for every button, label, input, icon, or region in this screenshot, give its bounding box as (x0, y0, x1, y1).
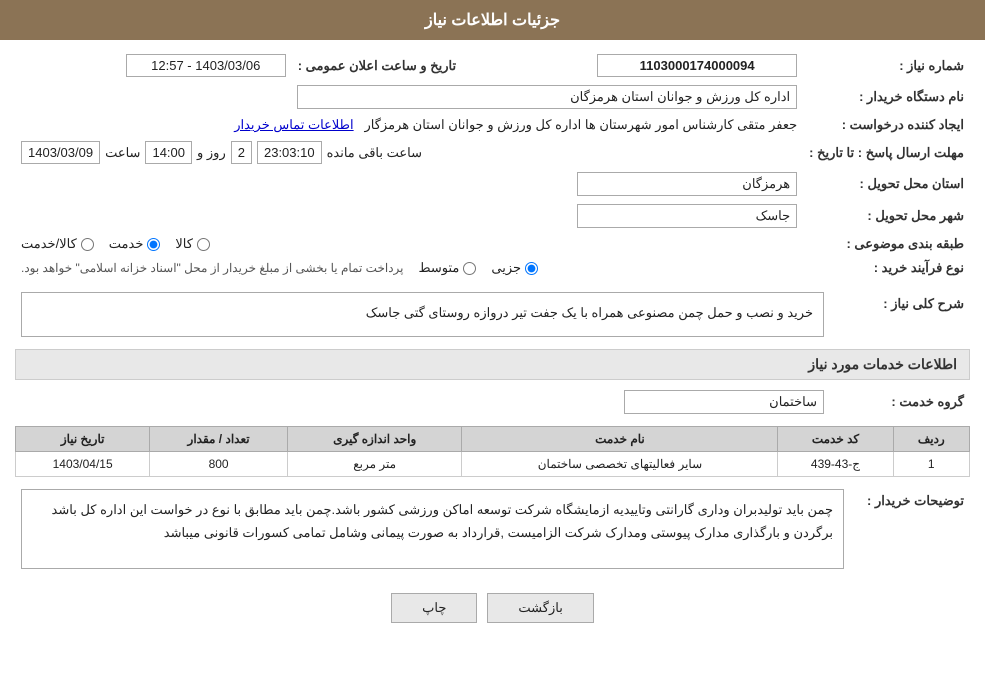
notes-table: توضیحات خریدار : چمن باید تولیدبران ودار… (15, 485, 970, 573)
bazgasht-button[interactable]: بازگشت (487, 593, 593, 623)
nov-jazii-item: جزیی (491, 260, 538, 276)
tabaqe-kala-label: کالا (175, 236, 193, 252)
shmare-niyaz-value: 1103000174000094 (462, 50, 803, 81)
shahr-label: شهر محل تحویل : (803, 200, 970, 232)
notes-value-cell: چمن باید تولیدبران وداری گارانتی وتاییدی… (15, 485, 850, 573)
main-content: شماره نیاز : 1103000174000094 تاریخ و سا… (0, 40, 985, 648)
sharh-value-cell: خرید و نصب و حمل چمن مصنوعی همراه با یک … (15, 288, 830, 341)
notes-text: چمن باید تولیدبران وداری گارانتی وتاییدی… (52, 502, 833, 540)
page-header: جزئیات اطلاعات نیاز (0, 0, 985, 40)
page-wrapper: جزئیات اطلاعات نیاز شماره نیاز : 1103000… (0, 0, 985, 691)
nov-jazii-radio[interactable] (525, 262, 538, 275)
services-grid: ردیف کد خدمت نام خدمت واحد اندازه گیری ت… (15, 426, 970, 477)
tarikh-value: 1403/03/06 - 12:57 (15, 50, 292, 81)
ijad-label: ایجاد کننده درخواست : (803, 113, 970, 137)
group-table: گروه خدمت : ساختمان (15, 386, 970, 418)
chap-button[interactable]: چاپ (391, 593, 477, 623)
tarikh-label: تاریخ و ساعت اعلان عمومی : (292, 50, 462, 81)
cell-vahed: متر مربع (287, 452, 462, 477)
tabaqe-khadamat-label: خدمت (109, 236, 144, 252)
nov-description: پرداخت تمام یا بخشی از مبلغ خریدار از مح… (21, 261, 404, 275)
cell-tedad: 800 (150, 452, 288, 477)
col-nam: نام خدمت (462, 427, 778, 452)
nam-dastgah-box: اداره کل ورزش و جوانان استان هرمزگان (297, 85, 797, 109)
tabaqe-label: طبقه بندی موضوعی : (803, 232, 970, 256)
tabaqe-kala-khadamat-item: کالا/خدمت (21, 236, 94, 252)
tabaqe-kala-khadamat-radio[interactable] (81, 238, 94, 251)
sharh-table: شرح کلی نیاز : خرید و نصب و حمل چمن مصنو… (15, 288, 970, 341)
ijad-link[interactable]: اطلاعات تماس خریدار (234, 117, 353, 132)
mohlat-time-box: 14:00 (145, 141, 192, 164)
group-label: گروه خدمت : (830, 386, 970, 418)
tabaqe-khadamat-item: خدمت (109, 236, 161, 252)
col-vahed: واحد اندازه گیری (287, 427, 462, 452)
ijad-value: جعفر متقی کارشناس امور شهرستان ها اداره … (15, 113, 803, 137)
nov-radio-group: پرداخت تمام یا بخشی از مبلغ خریدار از مح… (21, 260, 797, 276)
mohlat-remaining-box: 23:03:10 (257, 141, 322, 164)
top-info-table: شماره نیاز : 1103000174000094 تاریخ و سا… (15, 50, 970, 280)
nov-value: پرداخت تمام یا بخشی از مبلغ خریدار از مح… (15, 256, 803, 280)
button-row: بازگشت چاپ (15, 581, 970, 638)
nov-motavasset-item: متوسط (419, 260, 477, 276)
ostan-box: هرمزگان (577, 172, 797, 196)
shahr-box: جاسک (577, 204, 797, 228)
tabaqe-radio-group: کالا/خدمت خدمت کالا (21, 236, 797, 252)
ostan-value: هرمزگان (15, 168, 803, 200)
nov-motavasset-radio[interactable] (463, 262, 476, 275)
col-kod: کد خدمت (778, 427, 893, 452)
col-tedad: تعداد / مقدار (150, 427, 288, 452)
mohlat-roz-label: روز و (197, 145, 226, 161)
group-value-cell: ساختمان (15, 386, 830, 418)
tabaqe-khadamat-radio[interactable] (147, 238, 160, 251)
shahr-value: جاسک (15, 200, 803, 232)
tabaqe-kala-item: کالا (175, 236, 210, 252)
table-row: 1 ج-43-439 سایر فعالیتهای تخصصی ساختمان … (16, 452, 970, 477)
sharh-box: خرید و نصب و حمل چمن مصنوعی همراه با یک … (21, 292, 824, 337)
grid-header-row: ردیف کد خدمت نام خدمت واحد اندازه گیری ت… (16, 427, 970, 452)
nam-dastgah-label: نام دستگاه خریدار : (803, 81, 970, 113)
mohlat-date-box: 1403/03/09 (21, 141, 100, 164)
sharh-label: شرح کلی نیاز : (830, 288, 970, 341)
col-tarikh: تاریخ نیاز (16, 427, 150, 452)
mohlat-row: 1403/03/09 ساعت 14:00 روز و 2 23:03:10 س… (15, 137, 803, 168)
nov-label: نوع فرآیند خرید : (803, 256, 970, 280)
mohlat-saat-label: ساعت (105, 145, 140, 161)
group-box: ساختمان (624, 390, 824, 414)
cell-kod: ج-43-439 (778, 452, 893, 477)
shmare-niyaz-label: شماره نیاز : (803, 50, 970, 81)
tabaqe-kala-radio[interactable] (197, 238, 210, 251)
tabaqe-value: کالا/خدمت خدمت کالا (15, 232, 803, 256)
tarikh-box: 1403/03/06 - 12:57 (126, 54, 286, 77)
mohlat-remaining-label: ساعت باقی مانده (327, 145, 422, 161)
col-radif: ردیف (893, 427, 969, 452)
mohlat-label: مهلت ارسال پاسخ : تا تاریخ : (803, 137, 970, 168)
nov-motavasset-label: متوسط (419, 260, 460, 276)
ostan-label: استان محل تحویل : (803, 168, 970, 200)
ijad-text: جعفر متقی کارشناس امور شهرستان ها اداره … (364, 117, 797, 132)
grid-body: 1 ج-43-439 سایر فعالیتهای تخصصی ساختمان … (16, 452, 970, 477)
nov-jazii-label: جزیی (491, 260, 521, 276)
mohlat-day-box: 2 (231, 141, 252, 164)
sharh-text: خرید و نصب و حمل چمن مصنوعی همراه با یک … (366, 305, 813, 320)
shmare-niyaz-box: 1103000174000094 (597, 54, 797, 77)
cell-tarikh: 1403/04/15 (16, 452, 150, 477)
section2-title: اطلاعات خدمات مورد نیاز (808, 356, 957, 372)
mohlat-time-row: 1403/03/09 ساعت 14:00 روز و 2 23:03:10 س… (21, 141, 797, 164)
cell-radif: 1 (893, 452, 969, 477)
cell-nam: سایر فعالیتهای تخصصی ساختمان (462, 452, 778, 477)
section2-header: اطلاعات خدمات مورد نیاز (15, 349, 970, 380)
header-title: جزئیات اطلاعات نیاز (425, 12, 560, 29)
notes-box: چمن باید تولیدبران وداری گارانتی وتاییدی… (21, 489, 844, 569)
nam-dastgah-value: اداره کل ورزش و جوانان استان هرمزگان (15, 81, 803, 113)
tabaqe-kala-khadamat-label: کالا/خدمت (21, 236, 77, 252)
notes-label: توضیحات خریدار : (850, 485, 970, 573)
